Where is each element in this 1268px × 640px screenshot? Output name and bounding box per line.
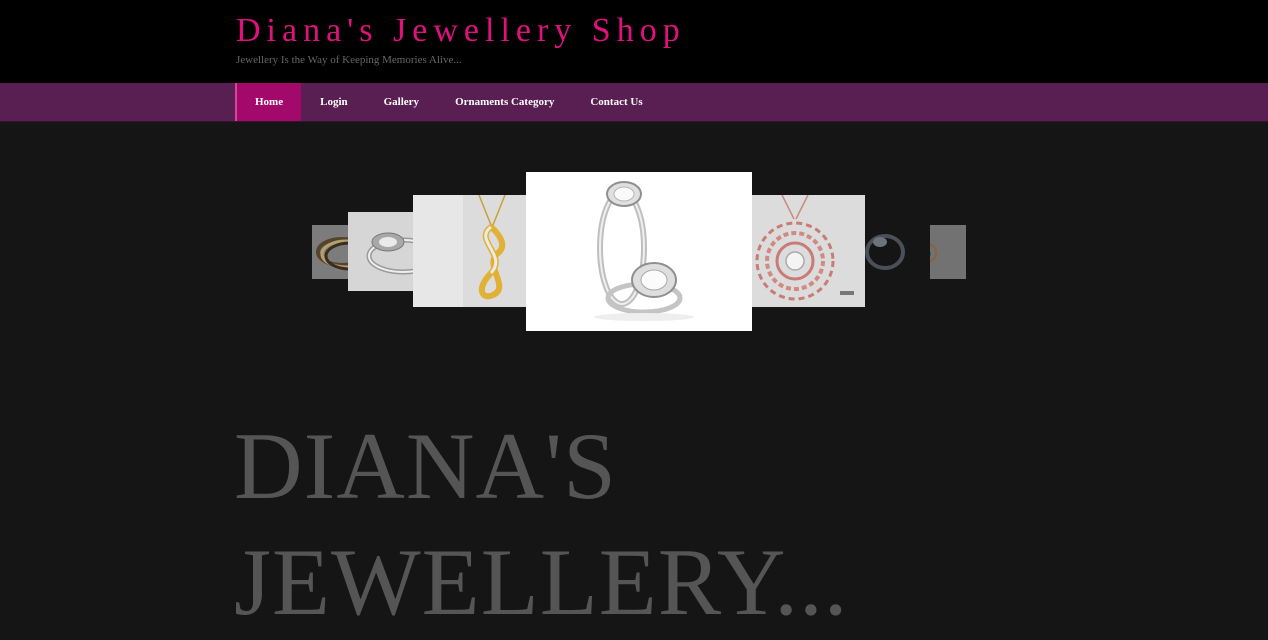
image-carousel (0, 0, 1268, 340)
carousel-slide-halo-engagement-ring[interactable] (526, 172, 752, 331)
hero-line-1: DIANA'S (234, 413, 618, 519)
carousel-slide-rose-gold-pendant[interactable] (752, 195, 865, 307)
carousel-slide-dark-ring[interactable] (865, 212, 930, 291)
hero-heading: DIANA'S JEWELLERY... (234, 408, 849, 640)
carousel-slide-gold-pendant[interactable] (413, 195, 526, 307)
hero-line-2: JEWELLERY... (234, 529, 849, 635)
